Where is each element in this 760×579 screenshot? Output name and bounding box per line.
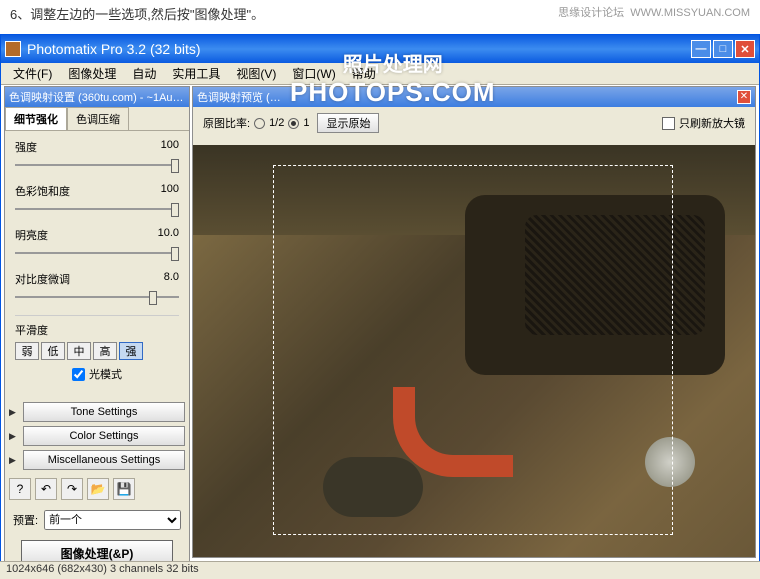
ratio-half-radio[interactable] — [254, 118, 265, 129]
microcontrast-slider[interactable] — [15, 289, 179, 305]
show-original-button[interactable]: 显示原始 — [317, 113, 379, 133]
panel-title[interactable]: 色调映射设置 (360tu.com) - ~1Au… — [5, 87, 189, 107]
window-title: Photomatix Pro 3.2 (32 bits) — [27, 41, 691, 57]
status-bar: 1024x646 (682x430) 3 channels 32 bits — [0, 561, 760, 579]
seg-high[interactable]: 高 — [93, 342, 117, 360]
menu-view[interactable]: 视图(V) — [228, 63, 284, 84]
preview-close-button[interactable]: ✕ — [737, 90, 751, 104]
seg-mid[interactable]: 中 — [67, 342, 91, 360]
saturation-slider[interactable] — [15, 201, 179, 217]
luminosity-value: 10.0 — [158, 227, 179, 243]
preset-select[interactable]: 前一个 — [44, 510, 181, 530]
smoothing-segments: 弱 低 中 高 强 — [15, 342, 179, 360]
microcontrast-value: 8.0 — [164, 271, 179, 287]
minimize-button[interactable]: — — [691, 40, 711, 58]
tone-settings-button[interactable]: Tone Settings — [23, 402, 185, 422]
tab-detail-enhance[interactable]: 细节强化 — [5, 107, 67, 130]
maximize-button[interactable]: □ — [713, 40, 733, 58]
strength-value: 100 — [161, 139, 179, 155]
forum-credit: 思缘设计论坛 WWW.MISSYUAN.COM — [558, 4, 750, 23]
close-button[interactable]: ✕ — [735, 40, 755, 58]
preview-title[interactable]: 色调映射预览 (… ✕ — [193, 87, 755, 107]
titlebar[interactable]: Photomatix Pro 3.2 (32 bits) — □ ✕ — [1, 35, 759, 63]
expand-misc-icon[interactable]: ▶ — [9, 455, 19, 466]
selection-marquee[interactable] — [273, 165, 673, 535]
undo-button[interactable]: ↶ — [35, 478, 57, 500]
ratio-label: 原图比率: — [203, 115, 250, 131]
menu-file[interactable]: 文件(F) — [5, 63, 60, 84]
microcontrast-label: 对比度微调 — [15, 271, 70, 287]
expand-tone-icon[interactable]: ▶ — [9, 407, 19, 418]
refresh-magnifier-label: 只刷新放大镜 — [679, 115, 745, 131]
seg-weak[interactable]: 弱 — [15, 342, 39, 360]
help-button[interactable]: ? — [9, 478, 31, 500]
menu-help[interactable]: 帮助 — [344, 63, 384, 84]
save-preset-button[interactable]: 💾 — [113, 478, 135, 500]
menu-auto[interactable]: 自动 — [124, 63, 164, 84]
app-icon — [5, 41, 21, 57]
redo-button[interactable]: ↷ — [61, 478, 83, 500]
saturation-label: 色彩饱和度 — [15, 183, 70, 199]
ratio-one-radio[interactable] — [288, 118, 299, 129]
light-mode-label: 光模式 — [89, 366, 122, 382]
luminosity-label: 明亮度 — [15, 227, 48, 243]
tone-mapping-settings-panel: 色调映射设置 (360tu.com) - ~1Au… 细节强化 色调压缩 强度 1… — [4, 86, 190, 577]
menubar: 文件(F) 图像处理 自动 实用工具 视图(V) 窗口(W) 帮助 — [1, 63, 759, 85]
strength-label: 强度 — [15, 139, 37, 155]
preset-label: 预置: — [13, 512, 38, 528]
open-preset-button[interactable]: 📂 — [87, 478, 109, 500]
misc-settings-button[interactable]: Miscellaneous Settings — [23, 450, 185, 470]
instruction-text: 6、调整左边的一些选项,然后按"图像处理"。 — [10, 4, 264, 23]
tone-mapping-preview-window: 色调映射预览 (… ✕ 原图比率: 1/2 1 显示原始 只刷新放大镜 预览放大… — [192, 86, 756, 558]
strength-slider[interactable] — [15, 157, 179, 173]
saturation-value: 100 — [161, 183, 179, 199]
light-mode-checkbox[interactable] — [72, 368, 85, 381]
color-settings-button[interactable]: Color Settings — [23, 426, 185, 446]
seg-strong[interactable]: 强 — [119, 342, 143, 360]
preview-image[interactable] — [193, 145, 755, 557]
smoothing-label: 平滑度 — [15, 322, 48, 338]
refresh-magnifier-checkbox[interactable] — [662, 117, 675, 130]
seg-low[interactable]: 低 — [41, 342, 65, 360]
menu-tools[interactable]: 实用工具 — [164, 63, 228, 84]
tab-tone-compress[interactable]: 色调压缩 — [67, 107, 129, 130]
luminosity-slider[interactable] — [15, 245, 179, 261]
menu-window[interactable]: 窗口(W) — [284, 63, 343, 84]
menu-image[interactable]: 图像处理 — [60, 63, 124, 84]
expand-color-icon[interactable]: ▶ — [9, 431, 19, 442]
